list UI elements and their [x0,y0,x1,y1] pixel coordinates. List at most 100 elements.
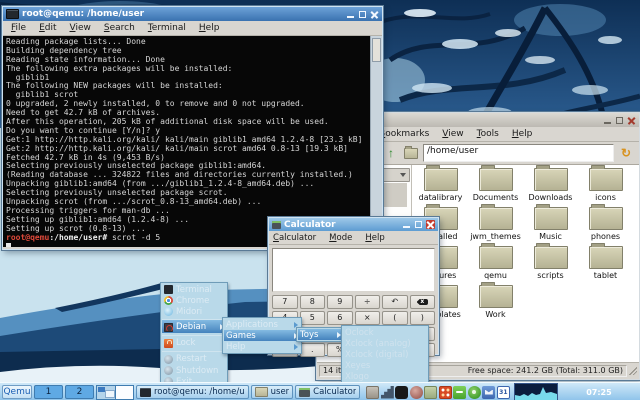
close-icon[interactable] [370,10,379,19]
terminal-icon [6,9,19,19]
taskbar-task-button[interactable]: Calculator [295,385,360,399]
terminal-titlebar[interactable]: root@qemu: /home/user [3,7,382,21]
calculator-menu-item[interactable]: Help [365,233,384,243]
calculator-key[interactable]: ÷ [355,295,381,309]
root-menu-item[interactable]: Debian [162,319,226,333]
sidebar-dropdown[interactable] [379,168,410,182]
fm-menu-item[interactable]: Bookmarks [379,129,429,139]
folder-item[interactable]: jwm_themes [468,205,523,244]
calculator-key[interactable]: . [300,343,326,357]
folder-item[interactable]: tablet [578,244,633,283]
folder-item[interactable]: qemu [468,244,523,283]
calculator-key[interactable]: 9 [327,295,353,309]
tray-icon[interactable]: 31 [497,386,510,399]
clock[interactable]: 07:25 [560,388,638,397]
folder-item[interactable]: phones [578,205,633,244]
terminal-menu-item[interactable]: Edit [39,23,56,33]
debian-submenu-item[interactable]: Games [224,330,300,341]
games-submenu-item[interactable]: Toys [298,329,343,340]
calculator-key[interactable]: ( [382,311,408,325]
up-button[interactable]: ↑ [383,145,399,161]
sidebar-item[interactable] [379,183,407,207]
tray-icon[interactable] [468,386,481,399]
debian-submenu-item[interactable]: Help [224,341,300,352]
qemu-menu-button[interactable]: Qemu [2,385,32,399]
taskbar-task-button[interactable]: root@qemu: /home/u [136,385,249,399]
calculator-key[interactable]: 6 [327,311,353,325]
terminal-menu-item[interactable]: File [11,23,26,33]
close-icon[interactable] [627,116,636,125]
calculator-menu-item[interactable]: Mode [329,233,352,243]
calculator-key[interactable]: x [410,295,436,309]
terminal-menu-item[interactable]: Search [104,23,135,33]
fm-menu-item[interactable]: View [442,129,463,139]
tray-icon[interactable] [424,386,437,399]
folder-item[interactable]: datalibrary [413,166,468,205]
maximize-icon[interactable] [414,220,423,229]
workspace-2-button[interactable]: 2 [65,385,94,399]
toys-submenu-item[interactable]: Xlogo [343,371,427,382]
maximize-icon[interactable] [358,10,367,19]
toys-submenu-item[interactable]: Oclock [343,327,427,338]
workspace-pager[interactable] [96,385,134,400]
prompt-path: :/home/user# [49,234,107,242]
terminal-line: Processing triggers for man-db ... [6,207,369,216]
terminal-menu-item[interactable]: Help [199,23,220,33]
folder-icon [479,207,513,230]
calculator-key[interactable]: 7 [272,295,298,309]
folder-item[interactable]: Work [468,283,523,322]
refresh-button[interactable]: ↻ [618,145,634,161]
minimize-icon[interactable] [346,10,355,19]
root-menu-item[interactable]: Restart [162,351,226,365]
calculator-key[interactable]: 8 [300,295,326,309]
calculator-display[interactable] [272,248,435,292]
root-menu-item[interactable]: Lock [162,335,226,349]
minimize-icon[interactable] [603,116,612,125]
tray-icon[interactable] [482,386,495,399]
terminal-screen[interactable]: Reading package lists... DoneBuilding de… [3,36,382,247]
terminal-menu-item[interactable]: Terminal [148,23,186,33]
tray-icon[interactable] [381,386,394,399]
tray-icon[interactable] [395,386,408,399]
fm-menu-item[interactable]: Help [512,129,533,139]
minimize-icon[interactable] [402,220,411,229]
debian-submenu-item[interactable]: Applications [224,319,300,330]
tray-icon[interactable] [410,386,423,399]
tray-icon[interactable] [366,386,379,399]
folder-item[interactable]: scripts [523,244,578,283]
maximize-icon[interactable] [615,116,624,125]
toys-submenu-item[interactable]: Xeyes [343,360,427,371]
calculator-key[interactable]: 5 [300,311,326,325]
path-input[interactable]: /home/user [423,144,614,162]
root-menu-item[interactable]: Terminal [162,284,226,295]
scrollbar-thumb[interactable] [372,38,381,62]
calculator-key[interactable]: ↶ [382,295,408,309]
folder-item[interactable]: icons [578,166,633,205]
root-menu-item[interactable]: Shutdown [162,365,226,376]
toys-submenu-item[interactable]: Xclock (digital) [343,349,427,360]
folder-item[interactable]: Downloads [523,166,578,205]
tray-icon[interactable] [453,386,466,399]
calculator-titlebar[interactable]: Calculator [269,218,438,231]
fm-menu-item[interactable]: Tools [477,129,499,139]
toys-submenu-item[interactable]: Xclock (analog) [343,338,427,349]
calculator-key[interactable]: × [355,311,381,325]
tray-icon[interactable] [439,386,452,399]
root-menu-item[interactable]: Chrome [162,295,226,306]
calculator-key[interactable]: ) [410,311,436,325]
pager-desktop-1[interactable] [97,386,115,399]
folder-item[interactable]: Music [523,205,578,244]
terminal-window[interactable]: root@qemu: /home/user File Edit View Search… [2,6,383,250]
resize-grip[interactable] [629,367,637,375]
workspace-1-button[interactable]: 1 [34,385,63,399]
terminal-scrollbar[interactable] [370,36,382,247]
folder-item[interactable]: Documents [468,166,523,205]
home-folder-button[interactable] [403,145,419,161]
calculator-menu-item[interactable]: Calculator [273,233,316,243]
terminal-menu-item[interactable]: View [70,23,91,33]
terminal-output: Reading package lists... DoneBuilding de… [6,38,369,234]
taskbar-task-button[interactable]: user [251,385,294,399]
root-menu-item[interactable]: Midori [162,306,226,317]
pager-desktop-2[interactable] [115,386,134,399]
close-icon[interactable] [426,220,435,229]
